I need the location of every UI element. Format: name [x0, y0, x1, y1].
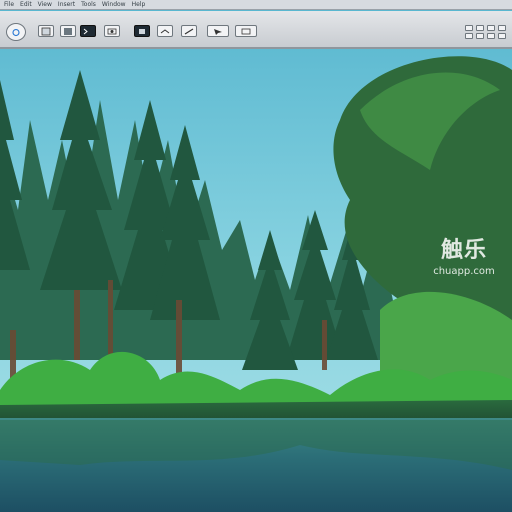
layers-icon[interactable]	[157, 25, 173, 37]
menu-help[interactable]: Help	[132, 0, 146, 9]
quick-tool-3[interactable]	[487, 25, 495, 31]
render-icon[interactable]	[134, 25, 150, 37]
quick-tool-4[interactable]	[498, 25, 506, 31]
file-icon[interactable]	[38, 25, 54, 37]
watermark-domain: chuapp.com	[433, 265, 495, 277]
terminal-icon[interactable]	[80, 25, 96, 37]
menu-view[interactable]: View	[38, 0, 52, 9]
toolbar	[0, 11, 512, 49]
menu-file[interactable]: File	[4, 0, 14, 9]
save-icon[interactable]	[60, 25, 76, 37]
quick-tool-6[interactable]	[476, 33, 484, 39]
menu-insert[interactable]: Insert	[58, 0, 75, 9]
camera-icon[interactable]	[104, 25, 120, 37]
quick-tool-1[interactable]	[465, 25, 473, 31]
quick-tools	[465, 25, 506, 39]
menu-window[interactable]: Window	[102, 0, 126, 9]
menubar: File Edit View Insert Tools Window Help	[0, 0, 512, 10]
quick-tool-7[interactable]	[487, 33, 495, 39]
watermark-logo: 触乐	[440, 237, 487, 263]
watermark: 触乐 chuapp.com	[416, 226, 512, 282]
quick-tool-8[interactable]	[498, 33, 506, 39]
quick-tool-5[interactable]	[465, 33, 473, 39]
pointer-icon[interactable]	[207, 25, 229, 37]
brush-icon[interactable]	[181, 25, 197, 37]
settings-icon[interactable]	[235, 25, 257, 37]
scene-icon[interactable]	[6, 23, 26, 41]
menu-edit[interactable]: Edit	[20, 0, 32, 9]
quick-tool-2[interactable]	[476, 25, 484, 31]
menu-tools[interactable]: Tools	[81, 0, 96, 9]
